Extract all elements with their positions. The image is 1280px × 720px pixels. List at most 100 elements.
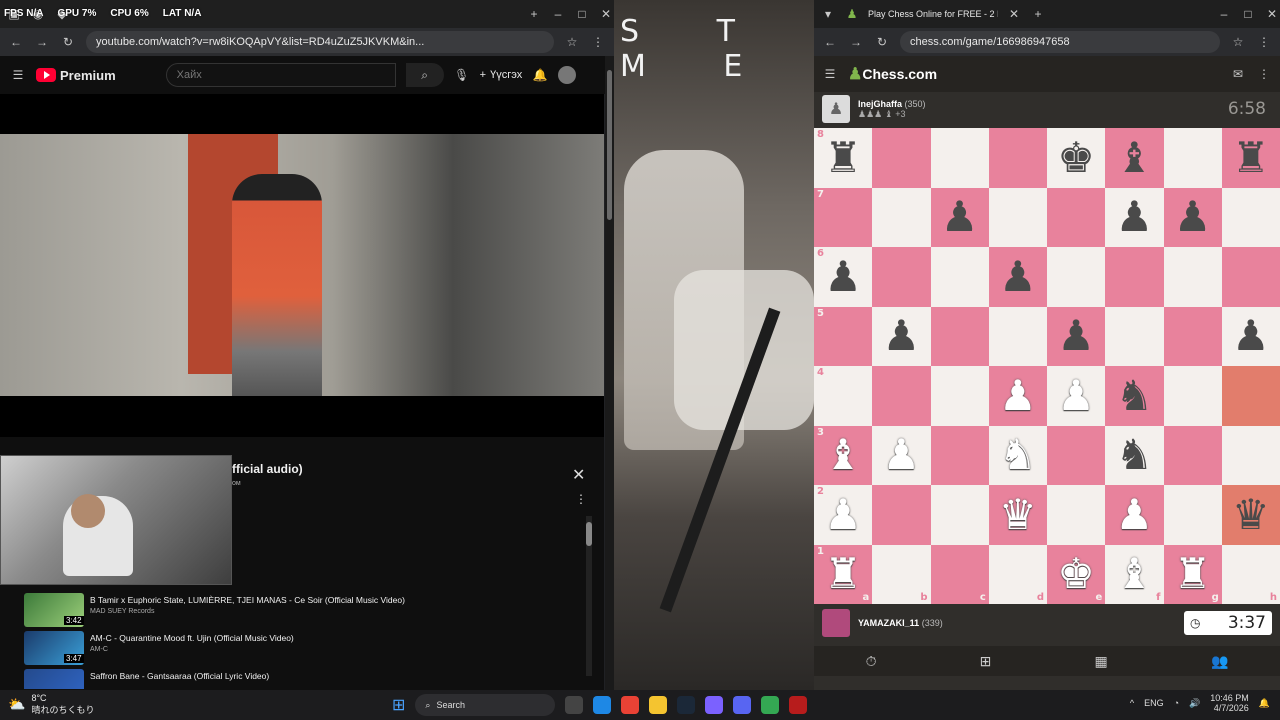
square-h5[interactable]: ♟ (1221, 306, 1280, 366)
search-input[interactable]: Хайх (165, 63, 396, 87)
square-b3[interactable]: ♟ (872, 425, 931, 485)
white-queen-icon[interactable]: ♛ (999, 493, 1037, 536)
create-button[interactable]: + Үүсгэх (480, 69, 523, 81)
tab-title[interactable]: Play Chess Online for FREE - 2 I (868, 9, 998, 19)
url-field[interactable]: chess.com/game/166986947658 (900, 31, 1220, 53)
square-e3[interactable] (1047, 425, 1106, 485)
windows-start-icon[interactable]: ⊞ (392, 695, 405, 715)
task-view-icon[interactable] (565, 696, 584, 714)
chess-board[interactable]: 8 ♜ ♚ ♝ ♜ 7 ♟ ♟ ♟ 6 ♟ ♟ 5 ♟ ♟ ♟ 4 ♟ ♟ ♞ 3 ♝ ♟ ♞ ♞ 2 ♟ ♛ ♟ ♛ 1 a ♜ b c d e ♚ f ♝… (814, 128, 1280, 604)
chrome-profile-icon[interactable] (761, 696, 780, 714)
new-game-icon[interactable]: ⊞ (980, 653, 992, 670)
edge-icon[interactable] (593, 696, 612, 714)
square-e7[interactable] (1047, 187, 1106, 247)
square-h7[interactable] (1221, 187, 1280, 247)
avatar[interactable] (822, 609, 850, 637)
close-window-icon[interactable]: ✕ (1264, 6, 1280, 22)
weather-widget[interactable]: ⛅ 8°C 晴れのちくもり (8, 693, 94, 716)
square-b1[interactable]: b (872, 544, 931, 604)
scroll-thumb[interactable] (607, 70, 612, 220)
new-tab-icon[interactable]: + (1030, 6, 1046, 22)
player-name[interactable]: YAMAZAKI_11 (339) (858, 618, 943, 628)
square-c6[interactable] (930, 247, 989, 307)
video-thumbnail[interactable] (24, 669, 84, 689)
chrome-icon[interactable] (621, 696, 640, 714)
avatar[interactable]: ♟ (822, 95, 850, 123)
search-button[interactable]: ⌕ (405, 63, 444, 87)
file-explorer-icon[interactable] (649, 696, 668, 714)
square-g3[interactable] (1163, 425, 1222, 485)
square-c5[interactable] (930, 306, 989, 366)
square-f8[interactable]: ♝ (1105, 128, 1164, 188)
more-options-icon[interactable]: ⋮ (575, 492, 587, 506)
square-g6[interactable] (1163, 247, 1222, 307)
playlist-scrollbar[interactable] (586, 516, 592, 676)
taskbar-search[interactable]: ⌕ Search (415, 694, 556, 716)
square-h4[interactable] (1221, 366, 1280, 426)
square-h8[interactable]: ♜ (1221, 128, 1280, 188)
white-bishop-icon[interactable]: ♝ (824, 434, 862, 476)
minimize-icon[interactable]: – (550, 6, 566, 22)
tab-list-icon[interactable]: ▾ (820, 6, 836, 22)
copilot-icon[interactable] (705, 696, 724, 714)
youtube-logo[interactable]: Premium (36, 68, 116, 83)
square-d7[interactable] (988, 187, 1047, 247)
black-pawn-icon[interactable]: ♟ (883, 315, 921, 357)
black-king-icon[interactable]: ♚ (1057, 136, 1095, 179)
square-a3[interactable]: 3 ♝ (814, 425, 873, 485)
language-indicator[interactable]: ENG (1144, 698, 1164, 708)
minimize-icon[interactable]: – (1216, 6, 1232, 22)
black-rook-icon[interactable]: ♜ (824, 136, 862, 179)
black-pawn-icon[interactable]: ♟ (1174, 196, 1212, 238)
square-a1[interactable]: 1 a ♜ (814, 544, 873, 604)
scroll-thumb[interactable] (586, 522, 592, 546)
square-b8[interactable] (872, 128, 931, 188)
reload-icon[interactable]: ↻ (60, 34, 76, 50)
square-a2[interactable]: 2 ♟ (814, 485, 873, 545)
square-a8[interactable]: 8 ♜ (814, 128, 873, 188)
square-d3[interactable]: ♞ (988, 425, 1047, 485)
mic-icon[interactable]: 🎙 (454, 67, 470, 83)
menu-icon[interactable]: ⋮ (1256, 34, 1272, 50)
square-c2[interactable] (930, 485, 989, 545)
app-icon[interactable] (789, 696, 808, 714)
white-king-icon[interactable]: ♚ (1057, 553, 1095, 595)
forward-icon[interactable]: → (848, 34, 864, 50)
square-e5[interactable]: ♟ (1047, 306, 1106, 366)
square-f7[interactable]: ♟ (1105, 187, 1164, 247)
black-pawn-icon[interactable]: ♟ (1232, 315, 1270, 357)
video-frame[interactable] (0, 134, 604, 396)
square-g4[interactable] (1163, 366, 1222, 426)
list-item[interactable]: 3:47 AM-C - Quarantine Mood ft. Ujin (Of… (24, 631, 584, 667)
black-pawn-icon[interactable]: ♟ (999, 255, 1037, 298)
square-h1[interactable]: h (1221, 544, 1280, 604)
square-e6[interactable] (1047, 247, 1106, 307)
menu-icon[interactable]: ⋮ (590, 34, 606, 50)
square-g5[interactable] (1163, 306, 1222, 366)
square-b4[interactable] (872, 366, 931, 426)
square-g7[interactable]: ♟ (1163, 187, 1222, 247)
square-c8[interactable] (930, 128, 989, 188)
black-knight-icon[interactable]: ♞ (1116, 434, 1154, 476)
bookmark-icon[interactable]: ☆ (1230, 34, 1246, 50)
player-name[interactable]: InejGhaffa (350) (858, 99, 926, 109)
chess-logo[interactable]: ♟Chess.com (848, 64, 937, 84)
bookmark-icon[interactable]: ☆ (564, 34, 580, 50)
reload-icon[interactable]: ↻ (874, 34, 890, 50)
new-tab-icon[interactable]: + (526, 6, 542, 22)
list-item[interactable]: 3:42 B Tamir x Euphoric State, LUMIÈRRE,… (24, 593, 584, 629)
black-pawn-icon[interactable]: ♟ (941, 196, 979, 238)
square-a5[interactable]: 5 (814, 306, 873, 366)
black-queen-icon[interactable]: ♛ (1232, 493, 1270, 536)
list-item[interactable]: Saffron Bane - Gantsaaraa (Official Lyri… (24, 669, 584, 689)
square-f6[interactable] (1105, 247, 1164, 307)
back-icon[interactable]: ← (8, 34, 24, 50)
video-player[interactable] (0, 94, 604, 437)
clock[interactable]: 10:46 PM 4/7/2026 (1210, 693, 1249, 713)
square-f2[interactable]: ♟ (1105, 485, 1164, 545)
square-h3[interactable] (1221, 425, 1280, 485)
white-bishop-icon[interactable]: ♝ (1116, 553, 1154, 595)
square-a6[interactable]: 6 ♟ (814, 247, 873, 307)
hamburger-menu-icon[interactable]: ☰ (822, 66, 838, 82)
volume-icon[interactable]: 🔊 (1189, 698, 1200, 709)
